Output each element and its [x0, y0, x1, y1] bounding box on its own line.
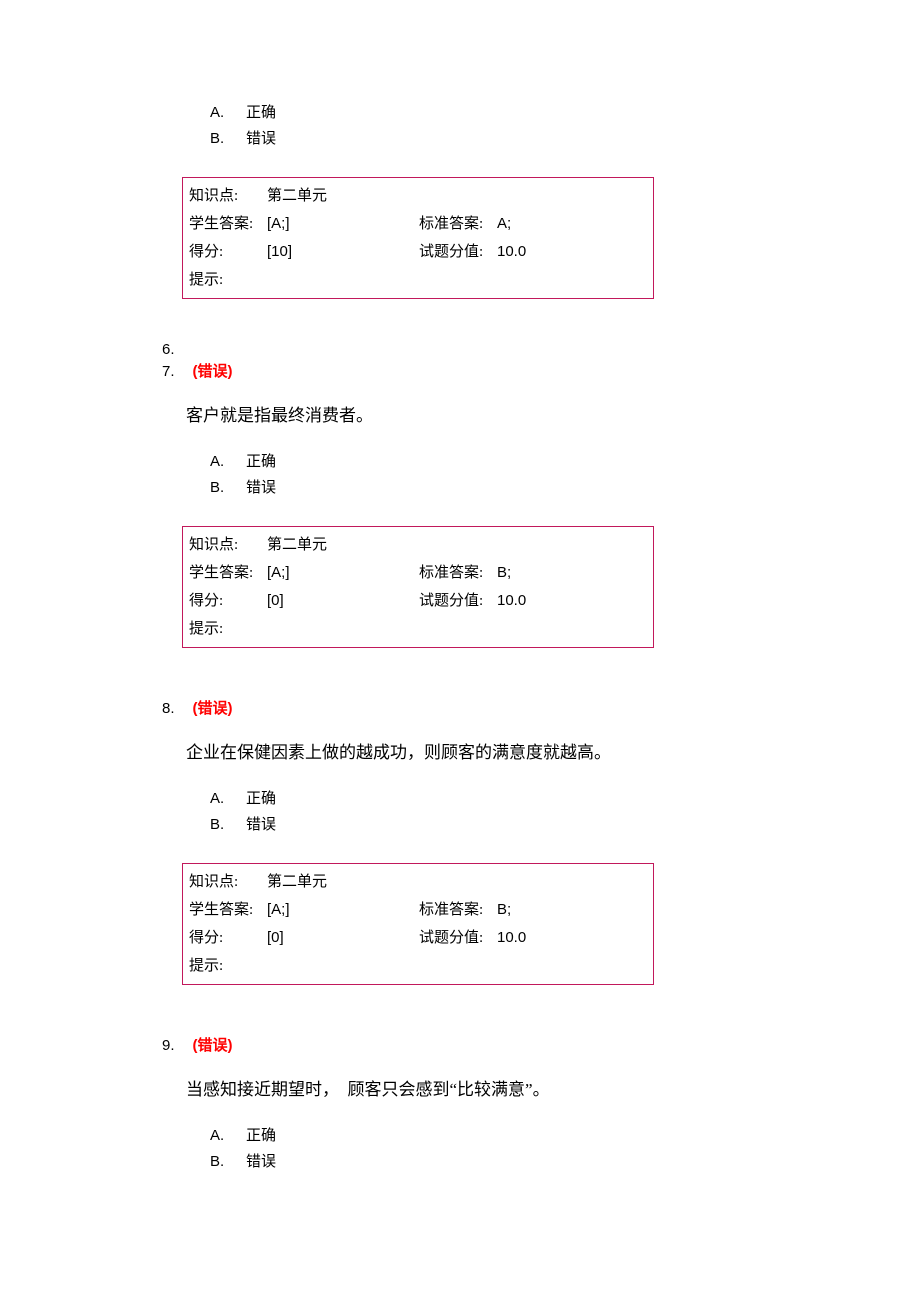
status-badge: (错误) [193, 698, 233, 720]
option-a: A. 正确 [210, 449, 920, 475]
question-number: 6. [162, 339, 175, 361]
question-8: 8. (错误) 企业在保健因素上做的越成功，则顾客的满意度就越高。 A. 正确 … [0, 698, 920, 985]
label-score: 得分: [189, 238, 267, 266]
value-full-score: 10.0 [497, 924, 526, 952]
option-b: B. 错误 [210, 475, 920, 501]
option-letter: B. [210, 475, 246, 501]
document-page: A. 正确 B. 错误 知识点: 第二单元 学生答案: [A;] 标准答案: A… [0, 0, 920, 1302]
option-letter: A. [210, 449, 246, 475]
option-text: 正确 [246, 100, 276, 126]
value-score: [10] [267, 238, 419, 266]
row-knowledge: 知识点: 第二单元 [189, 531, 647, 559]
value-standard-answer: A; [497, 210, 511, 238]
question-text: 企业在保健因素上做的越成功，则顾客的满意度就越高。 [186, 738, 920, 768]
value-hint [267, 615, 419, 643]
option-a: A. 正确 [210, 786, 920, 812]
question-7: 7. (错误) 客户就是指最终消费者。 A. 正确 B. 错误 知识点: 第二单… [0, 361, 920, 648]
answer-info-box: 知识点: 第二单元 学生答案: [A;] 标准答案: A; 得分: [10] 试… [182, 177, 654, 299]
value-student-answer: [A;] [267, 559, 419, 587]
option-a: A. 正确 [210, 100, 920, 126]
row-score: 得分: [0] 试题分值: 10.0 [189, 924, 647, 952]
option-letter: A. [210, 1123, 246, 1149]
question-7-header: 7. (错误) [162, 361, 920, 383]
option-a: A. 正确 [210, 1123, 920, 1149]
row-knowledge: 知识点: 第二单元 [189, 868, 647, 896]
value-knowledge: 第二单元 [267, 531, 419, 559]
value-score: [0] [267, 924, 419, 952]
row-score: 得分: [0] 试题分值: 10.0 [189, 587, 647, 615]
value-standard-answer: B; [497, 559, 511, 587]
label-hint: 提示: [189, 266, 267, 294]
option-b: B. 错误 [210, 126, 920, 152]
row-answers: 学生答案: [A;] 标准答案: A; [189, 210, 647, 238]
value-hint [267, 266, 419, 294]
options-list: A. 正确 B. 错误 [210, 100, 920, 152]
answer-info-box: 知识点: 第二单元 学生答案: [A;] 标准答案: B; 得分: [0] 试题… [182, 863, 654, 985]
label-score: 得分: [189, 587, 267, 615]
value-full-score: 10.0 [497, 238, 526, 266]
option-text: 错误 [246, 126, 276, 152]
label-student-answer: 学生答案: [189, 210, 267, 238]
option-text: 错误 [246, 1149, 276, 1175]
value-student-answer: [A;] [267, 210, 419, 238]
question-number: 8. [162, 698, 175, 720]
value-full-score: 10.0 [497, 587, 526, 615]
value-hint [267, 952, 419, 980]
label-standard-answer: 标准答案: [419, 559, 497, 587]
value-knowledge: 第二单元 [267, 868, 419, 896]
row-hint: 提示: [189, 952, 647, 980]
label-hint: 提示: [189, 952, 267, 980]
value-score: [0] [267, 587, 419, 615]
value-knowledge: 第二单元 [267, 182, 419, 210]
question-text: 当感知接近期望时， 顾客只会感到“比较满意”。 [186, 1075, 920, 1105]
row-hint: 提示: [189, 266, 647, 294]
question-8-header: 8. (错误) [162, 698, 920, 720]
row-hint: 提示: [189, 615, 647, 643]
option-text: 正确 [246, 449, 276, 475]
question-9: 9. (错误) 当感知接近期望时， 顾客只会感到“比较满意”。 A. 正确 B.… [0, 1035, 920, 1175]
question-5-tail: A. 正确 B. 错误 知识点: 第二单元 学生答案: [A;] 标准答案: A… [0, 100, 920, 299]
options-list: A. 正确 B. 错误 [210, 786, 920, 838]
label-standard-answer: 标准答案: [419, 896, 497, 924]
row-knowledge: 知识点: 第二单元 [189, 182, 647, 210]
row-answers: 学生答案: [A;] 标准答案: B; [189, 559, 647, 587]
question-6-number-line: 6. [162, 339, 920, 361]
label-knowledge: 知识点: [189, 868, 267, 896]
label-hint: 提示: [189, 615, 267, 643]
question-9-header: 9. (错误) [162, 1035, 920, 1057]
options-list: A. 正确 B. 错误 [210, 449, 920, 501]
label-student-answer: 学生答案: [189, 896, 267, 924]
options-list: A. 正确 B. 错误 [210, 1123, 920, 1175]
row-answers: 学生答案: [A;] 标准答案: B; [189, 896, 647, 924]
label-full-score: 试题分值: [419, 587, 497, 615]
value-standard-answer: B; [497, 896, 511, 924]
option-letter: A. [210, 786, 246, 812]
option-text: 正确 [246, 786, 276, 812]
option-letter: B. [210, 1149, 246, 1175]
option-letter: B. [210, 126, 246, 152]
answer-info-box: 知识点: 第二单元 学生答案: [A;] 标准答案: B; 得分: [0] 试题… [182, 526, 654, 648]
option-text: 错误 [246, 812, 276, 838]
question-text: 客户就是指最终消费者。 [186, 401, 920, 431]
option-b: B. 错误 [210, 812, 920, 838]
status-badge: (错误) [193, 361, 233, 383]
label-score: 得分: [189, 924, 267, 952]
label-knowledge: 知识点: [189, 182, 267, 210]
label-full-score: 试题分值: [419, 924, 497, 952]
value-student-answer: [A;] [267, 896, 419, 924]
row-score: 得分: [10] 试题分值: 10.0 [189, 238, 647, 266]
option-b: B. 错误 [210, 1149, 920, 1175]
option-text: 正确 [246, 1123, 276, 1149]
question-number: 9. [162, 1035, 175, 1057]
option-text: 错误 [246, 475, 276, 501]
label-full-score: 试题分值: [419, 238, 497, 266]
option-letter: B. [210, 812, 246, 838]
label-standard-answer: 标准答案: [419, 210, 497, 238]
question-number: 7. [162, 361, 175, 383]
status-badge: (错误) [193, 1035, 233, 1057]
label-knowledge: 知识点: [189, 531, 267, 559]
label-student-answer: 学生答案: [189, 559, 267, 587]
option-letter: A. [210, 100, 246, 126]
